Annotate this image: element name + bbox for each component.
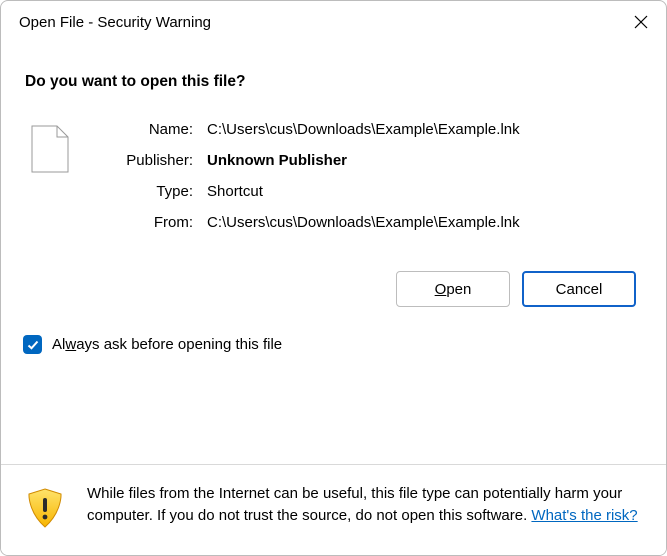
always-ask-prefix: Al	[52, 336, 65, 353]
titlebar: Open File - Security Warning	[1, 1, 666, 43]
publisher-value: Unknown Publisher	[207, 152, 520, 169]
name-value: C:\Users\cus\Downloads\Example\Example.l…	[207, 121, 520, 138]
from-value: C:\Users\cus\Downloads\Example\Example.l…	[207, 214, 520, 231]
always-ask-accel: w	[65, 336, 76, 353]
type-label: Type:	[103, 183, 193, 200]
footer: While files from the Internet can be use…	[1, 465, 666, 555]
window-title: Open File - Security Warning	[19, 14, 211, 31]
button-row: Open Cancel	[25, 271, 638, 307]
always-ask-checkbox[interactable]	[23, 335, 42, 354]
cancel-button[interactable]: Cancel	[522, 271, 636, 307]
check-icon	[27, 339, 39, 351]
from-label: From:	[103, 214, 193, 231]
shield-warning-icon	[25, 487, 65, 533]
close-icon	[634, 15, 648, 29]
security-warning-dialog: Open File - Security Warning Do you want…	[0, 0, 667, 556]
dialog-heading: Do you want to open this file?	[25, 73, 638, 91]
always-ask-label[interactable]: Always ask before opening this file	[52, 336, 282, 353]
file-info-table: Name: C:\Users\cus\Downloads\Example\Exa…	[103, 121, 520, 231]
file-icon	[31, 125, 69, 231]
cancel-label: Cancel	[556, 281, 603, 298]
open-button[interactable]: Open	[396, 271, 510, 307]
open-accel: O	[435, 281, 447, 298]
type-value: Shortcut	[207, 183, 520, 200]
open-label-rest: pen	[446, 281, 471, 298]
always-ask-row: Always ask before opening this file	[23, 335, 638, 354]
footer-text: While files from the Internet can be use…	[87, 483, 642, 527]
whats-the-risk-link[interactable]: What's the risk?	[531, 507, 637, 524]
always-ask-rest: ays ask before opening this file	[76, 336, 282, 353]
dialog-content: Do you want to open this file? Name: C:\…	[1, 43, 666, 464]
file-info-block: Name: C:\Users\cus\Downloads\Example\Exa…	[25, 121, 638, 231]
name-label: Name:	[103, 121, 193, 138]
close-button[interactable]	[616, 1, 666, 43]
publisher-label: Publisher:	[103, 152, 193, 169]
